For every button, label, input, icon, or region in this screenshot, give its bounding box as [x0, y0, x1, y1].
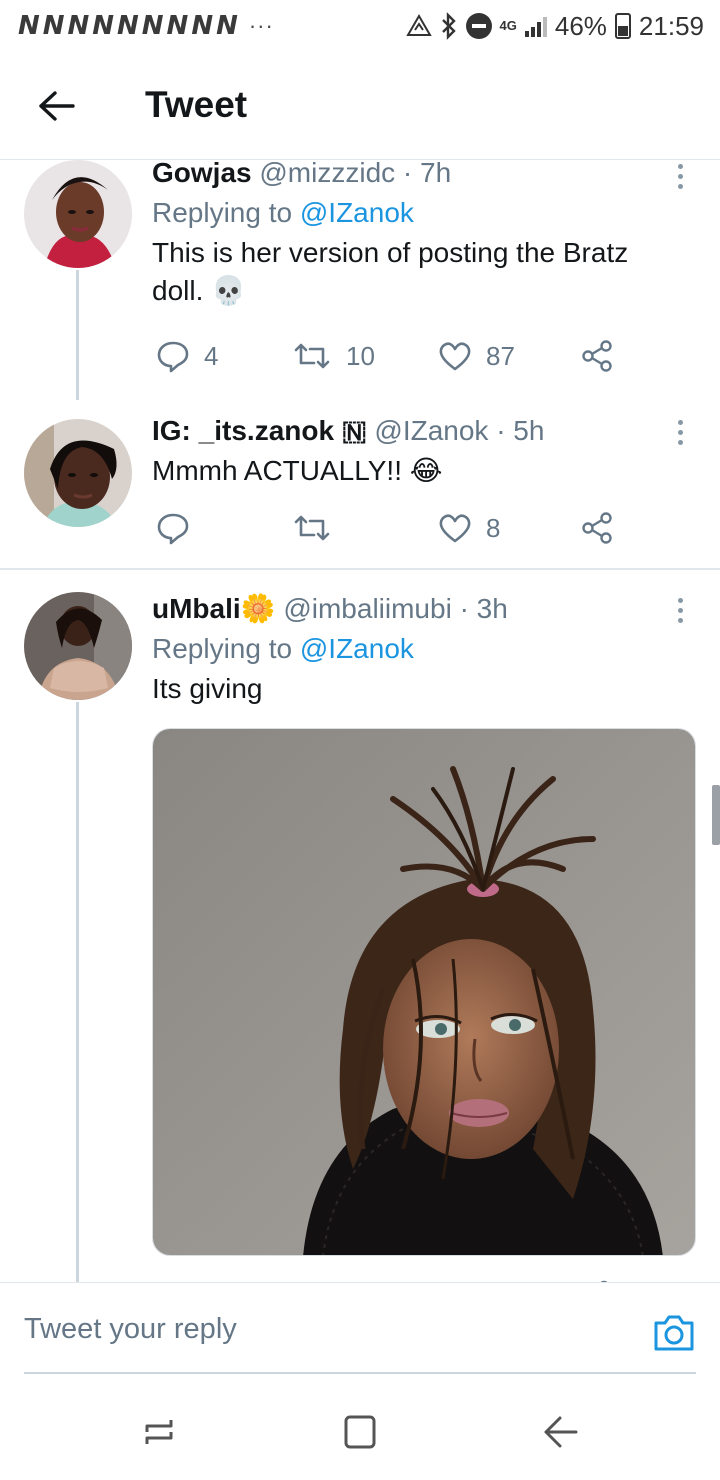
home-button[interactable]	[335, 1410, 385, 1454]
more-vertical-icon[interactable]	[670, 420, 690, 445]
display-name[interactable]: Gowjas	[152, 157, 252, 188]
display-name[interactable]: IG: _its.zanok 🇳	[152, 415, 367, 446]
retweet-count: 10	[346, 340, 375, 371]
like-count: 8	[486, 512, 501, 543]
timestamp: · 3h	[459, 593, 508, 624]
retweet-button[interactable]	[292, 508, 346, 548]
tweet-header: uMbali🌼 @imbaliimubi · 3h	[152, 592, 672, 626]
tweet-gowjas[interactable]: Gowjas @mizzzidc · 7h Replying to @IZano…	[0, 157, 720, 408]
reply-button[interactable]: 4	[156, 336, 218, 376]
tweet-actions-partial	[152, 1272, 632, 1282]
clock: 21:59	[638, 10, 704, 41]
battery-percent: 46%	[554, 10, 607, 41]
avatar[interactable]	[24, 160, 132, 268]
like-count: 87	[486, 340, 515, 371]
flower-emoji: 🌼	[240, 593, 276, 624]
like-button[interactable]: 87	[438, 336, 515, 376]
tweet-actions: 8	[152, 508, 632, 548]
signal-strength-icon	[524, 15, 547, 37]
reply-count: 4	[204, 340, 219, 371]
replying-to-label: Replying to	[152, 633, 293, 664]
nav-back-button[interactable]	[536, 1410, 586, 1454]
replying-to: Replying to @IZanok	[152, 632, 672, 666]
tweet-text: This is her version of posting the Bratz…	[152, 237, 629, 306]
camera-icon	[654, 1315, 694, 1351]
more-vertical-icon[interactable]	[670, 164, 690, 189]
share-button[interactable]	[580, 336, 614, 376]
camera-button[interactable]	[652, 1313, 696, 1353]
timestamp: · 7h	[402, 157, 452, 188]
avatar[interactable]	[24, 592, 132, 700]
recent-apps-button[interactable]	[134, 1410, 184, 1454]
home-icon	[344, 1415, 376, 1449]
share-icon	[582, 512, 612, 544]
more-notifications-indicator: ···	[248, 13, 274, 38]
recent-apps-icon	[145, 1420, 173, 1444]
mention-link[interactable]: @IZanok	[300, 197, 414, 228]
heart-icon	[439, 514, 471, 543]
like-button[interactable]: 8	[438, 508, 500, 548]
thread-line	[76, 270, 79, 400]
retweet-icon	[294, 343, 330, 369]
tweet-header: Gowjas @mizzzidc · 7h	[152, 156, 672, 190]
thread-line	[76, 702, 79, 1282]
handle[interactable]: @IZanok	[374, 415, 488, 446]
notification-icons: NNNNNNNNN	[18, 11, 241, 41]
reply-button[interactable]	[156, 508, 204, 548]
back-button[interactable]	[36, 86, 76, 126]
share-button[interactable]	[580, 508, 614, 548]
mention-link[interactable]: @IZanok	[300, 633, 414, 664]
app-header: Tweet	[0, 52, 720, 160]
tweet-actions: 4 10 87	[152, 336, 632, 376]
battery-icon	[614, 13, 631, 39]
tweet-media-image[interactable]	[152, 728, 696, 1256]
retweet-button[interactable]: 10	[292, 336, 375, 376]
handle[interactable]: @imbaliimubi	[283, 593, 451, 624]
replying-to: Replying to @IZanok	[152, 196, 672, 230]
replying-to-label: Replying to	[152, 197, 293, 228]
composer-underline	[24, 1372, 696, 1374]
tweet-text: Its giving	[152, 673, 263, 704]
comment-icon	[157, 513, 189, 545]
tweet-text: Mmmh ACTUALLY!! 😂	[152, 455, 443, 486]
comment-icon	[157, 341, 189, 373]
page-title: Tweet	[145, 84, 248, 125]
handle[interactable]: @mizzzidc	[259, 157, 395, 188]
tweet-header: IG: _its.zanok 🇳 @IZanok · 5h	[152, 414, 672, 448]
more-vertical-icon[interactable]	[670, 598, 690, 623]
timestamp: · 5h	[496, 415, 545, 446]
tweet-zanok[interactable]: IG: _its.zanok 🇳 @IZanok · 5h Mmmh ACTUA…	[0, 408, 720, 570]
status-bar: NNNNNNNNN ··· 4G 46% 21:59	[0, 0, 720, 52]
share-icon	[582, 340, 612, 372]
avatar[interactable]	[24, 419, 132, 527]
display-name[interactable]: uMbali	[152, 593, 241, 624]
heart-icon	[439, 342, 471, 371]
reply-composer	[0, 1282, 720, 1374]
nav-back-icon	[544, 1416, 578, 1448]
do-not-disturb-icon	[465, 13, 492, 39]
data-saver-icon	[405, 13, 432, 39]
reply-input[interactable]	[24, 1305, 584, 1353]
bluetooth-icon	[440, 12, 458, 40]
scrollbar-thumb[interactable]	[712, 785, 720, 845]
arrow-left-icon	[39, 91, 75, 121]
system-nav-bar	[0, 1390, 720, 1480]
network-type-icon: 4G	[499, 18, 517, 33]
retweet-icon	[294, 515, 330, 541]
